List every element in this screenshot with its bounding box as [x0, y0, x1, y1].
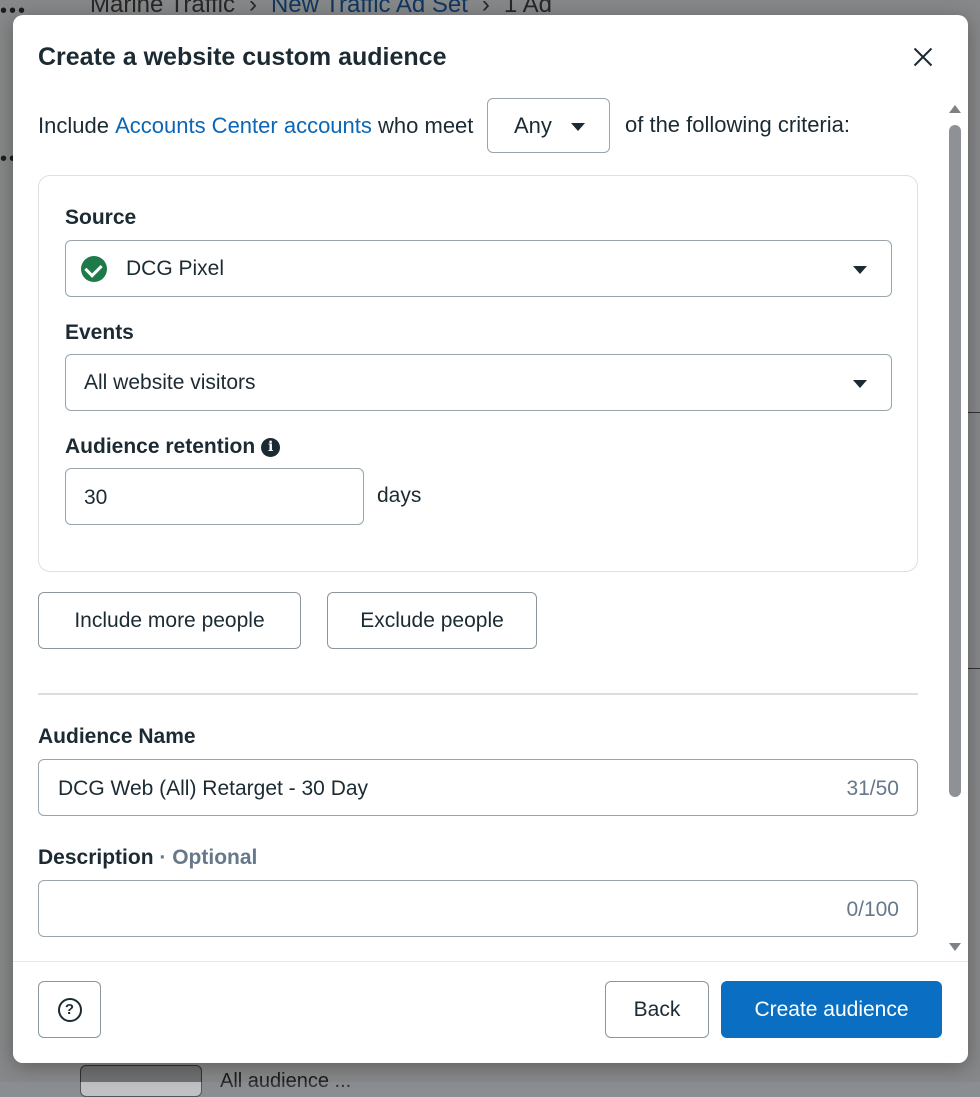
help-button[interactable]: ? — [38, 981, 101, 1038]
include-more-people-button[interactable]: Include more people — [38, 592, 301, 649]
caret-down-icon — [853, 380, 867, 388]
check-circle-icon — [81, 256, 107, 282]
accounts-center-link[interactable]: Accounts Center accounts — [115, 113, 372, 139]
audience-name-label: Audience Name — [38, 725, 196, 748]
audience-name-counter: 31/50 — [846, 777, 899, 800]
criteria-middle: who meet — [378, 113, 474, 138]
description-label-row: Description · Optional — [38, 846, 257, 870]
match-any-dropdown[interactable]: Any — [487, 98, 610, 153]
info-icon[interactable]: i — [261, 438, 281, 457]
description-counter: 0/100 — [846, 898, 899, 921]
scroll-up-icon[interactable] — [949, 105, 961, 113]
create-audience-dialog: Create a website custom audience Include… — [13, 15, 968, 1063]
dialog-title: Create a website custom audience — [38, 43, 447, 71]
source-label: Source — [65, 206, 137, 229]
events-dropdown[interactable]: All website visitors — [65, 354, 892, 411]
events-value: All website visitors — [84, 371, 256, 394]
caret-down-icon — [853, 266, 867, 274]
criteria-prefix: Include — [38, 113, 109, 138]
help-icon: ? — [57, 997, 82, 1022]
description-label: Description — [38, 846, 154, 869]
audience-name-input[interactable]: DCG Web (All) Retarget - 30 Day 31/50 — [38, 759, 918, 816]
exclude-people-button[interactable]: Exclude people — [327, 592, 537, 649]
retention-label: Audience retention — [65, 435, 256, 458]
audience-name-value: DCG Web (All) Retarget - 30 Day — [58, 777, 369, 800]
back-button[interactable]: Back — [605, 981, 709, 1038]
dialog-scrollbar[interactable] — [947, 105, 963, 955]
scrollbar-thumb[interactable] — [949, 125, 961, 797]
source-dropdown[interactable]: DCG Pixel — [65, 240, 892, 297]
include-rule-card: Source DCG Pixel Events All website visi… — [38, 175, 918, 572]
section-divider — [38, 693, 918, 695]
scroll-down-icon[interactable] — [949, 943, 961, 951]
dialog-footer: ? Back Create audience — [13, 961, 968, 1063]
criteria-sentence: Include Accounts Center accounts who mee… — [38, 113, 473, 139]
dialog-body: Include Accounts Center accounts who mee… — [13, 95, 968, 961]
close-icon[interactable] — [909, 43, 937, 71]
description-input[interactable]: 0/100 — [38, 880, 918, 937]
caret-down-icon — [571, 123, 585, 131]
retention-days-input[interactable]: 30 — [65, 468, 364, 525]
criteria-suffix: of the following criteria: — [625, 112, 850, 137]
source-value: DCG Pixel — [126, 257, 225, 280]
events-label: Events — [65, 321, 134, 344]
retention-label-row: Audience retention i — [65, 435, 281, 459]
description-optional: · Optional — [159, 846, 258, 869]
retention-unit: days — [377, 484, 422, 507]
create-audience-button[interactable]: Create audience — [721, 981, 942, 1038]
match-value: Any — [514, 112, 552, 138]
